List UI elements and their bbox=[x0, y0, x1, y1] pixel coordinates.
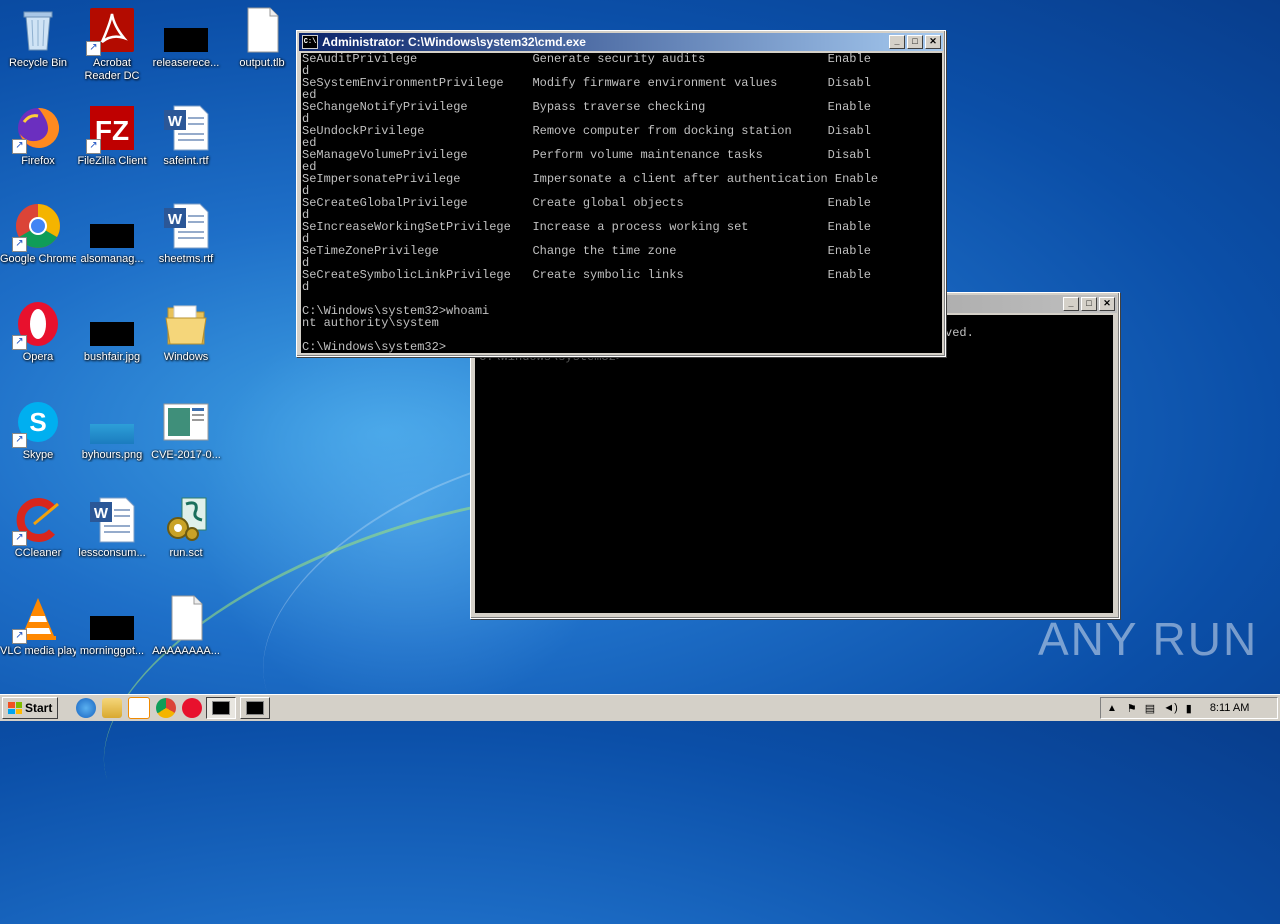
system-tray: ▲ ⚑ ▤ ◄) ▮ 8:11 AM bbox=[1100, 697, 1278, 719]
console-line: SeSystemEnvironmentPrivilege Modify firm… bbox=[302, 76, 871, 90]
console-line: SeIncreaseWorkingSetPrivilege Increase a… bbox=[302, 220, 871, 234]
close-button[interactable]: ✕ bbox=[1099, 297, 1115, 311]
console-text: ved. bbox=[945, 326, 974, 340]
cmd-window-title: Administrator: C:\Windows\system32\cmd.e… bbox=[322, 35, 586, 49]
skype-icon: S ↗ bbox=[12, 398, 62, 448]
desktop-icon-alsomanag[interactable]: alsomanag... bbox=[74, 202, 150, 266]
desktop-icon-opera[interactable]: ↗ Opera bbox=[0, 300, 76, 364]
blank-file-icon bbox=[238, 6, 286, 54]
desktop-icon-cve[interactable]: CVE-2017-0... bbox=[148, 398, 224, 462]
explorer-folder-icon[interactable] bbox=[102, 698, 123, 718]
folder-icon bbox=[162, 300, 210, 348]
svg-text:W: W bbox=[168, 113, 183, 130]
console-line: SeTimeZonePrivilege Change the time zone… bbox=[302, 244, 871, 258]
filezilla-icon: FZ ↗ bbox=[86, 104, 136, 154]
console-line: SeAuditPrivilege Generate security audit… bbox=[302, 53, 871, 66]
console-line: d bbox=[302, 280, 310, 294]
desktop-icon-firefox[interactable]: ↗ Firefox bbox=[0, 104, 76, 168]
console-line: SeManageVolumePrivilege Perform volume m… bbox=[302, 148, 871, 162]
svg-text:S: S bbox=[29, 407, 46, 437]
desktop-icon-byhours[interactable]: byhours.png bbox=[74, 398, 150, 462]
maximize-button[interactable]: □ bbox=[1081, 297, 1097, 311]
internet-explorer-icon[interactable] bbox=[76, 698, 97, 718]
opera-taskbar-icon[interactable] bbox=[182, 698, 203, 718]
taskbar-cmd[interactable] bbox=[240, 697, 271, 719]
desktop-icon-vlc[interactable]: ↗ VLC media player bbox=[0, 594, 76, 658]
vlc-icon: ↗ bbox=[12, 594, 62, 644]
taskbar: Start ▲ ⚑ ▤ ◄) ▮ 8:11 AM bbox=[0, 694, 1280, 721]
minimize-button[interactable]: _ bbox=[889, 35, 905, 49]
start-label: Start bbox=[25, 701, 53, 715]
background-console-output[interactable]: ved. C:\Windows\system32> bbox=[475, 315, 1113, 613]
desktop-icon-chrome[interactable]: ↗ Google Chrome bbox=[0, 202, 76, 266]
redacted-image-icon bbox=[88, 300, 136, 348]
desktop-icon-windows-folder[interactable]: Windows bbox=[148, 300, 224, 364]
desktop-icon-run-sct[interactable]: run.sct bbox=[148, 496, 224, 560]
desktop-icon-lessconsum[interactable]: W lessconsum... bbox=[74, 496, 150, 560]
show-hidden-icons-icon[interactable]: ▲ bbox=[1107, 703, 1117, 714]
firefox-icon: ↗ bbox=[12, 104, 62, 154]
media-player-icon[interactable] bbox=[128, 697, 151, 719]
desktop-icon-recycle-bin[interactable]: Recycle Bin bbox=[0, 6, 76, 70]
taskbar-cmd-active[interactable] bbox=[206, 697, 237, 719]
console-line: SeCreateSymbolicLinkPrivilege Create sym… bbox=[302, 268, 871, 282]
image-file-icon bbox=[88, 398, 136, 446]
cmd-icon bbox=[212, 701, 231, 715]
anyrun-watermark: ANY RUN bbox=[1038, 613, 1259, 665]
cmd-window-titlebar[interactable]: C:\ Administrator: C:\Windows\system32\c… bbox=[299, 33, 943, 51]
cmd-icon bbox=[246, 701, 265, 715]
console-line: C:\Windows\system32> bbox=[302, 340, 447, 353]
desktop-icon-filezilla[interactable]: FZ ↗ FileZilla Client bbox=[74, 104, 150, 168]
image-preview-icon bbox=[162, 398, 210, 446]
cmd-icon: C:\ bbox=[302, 35, 318, 49]
windows-logo-icon bbox=[8, 702, 22, 714]
script-gear-icon bbox=[162, 496, 210, 544]
word-doc-icon: W bbox=[162, 104, 210, 152]
console-line: SeChangeNotifyPrivilege Bypass traverse … bbox=[302, 100, 871, 114]
svg-text:W: W bbox=[94, 505, 109, 522]
chrome-icon: ↗ bbox=[12, 202, 62, 252]
chrome-taskbar-icon[interactable] bbox=[156, 698, 177, 718]
desktop-icon-output-tlb[interactable]: output.tlb bbox=[224, 6, 300, 70]
action-center-flag-icon[interactable]: ⚑ bbox=[1127, 702, 1137, 715]
opera-icon: ↗ bbox=[12, 300, 62, 350]
maximize-button[interactable]: □ bbox=[907, 35, 923, 49]
desktop-icon-aaaaaaaa[interactable]: AAAAAAAA... bbox=[148, 594, 224, 658]
minimize-button[interactable]: _ bbox=[1063, 297, 1079, 311]
clock[interactable]: 8:11 AM bbox=[1210, 702, 1250, 714]
start-button[interactable]: Start bbox=[2, 697, 59, 719]
word-doc-icon: W bbox=[88, 496, 136, 544]
recycle-bin-icon bbox=[14, 6, 62, 54]
acrobat-icon: ↗ bbox=[86, 6, 136, 56]
desktop-icon-bushfair[interactable]: bushfair.jpg bbox=[74, 300, 150, 364]
console-line: nt authority\system bbox=[302, 316, 439, 330]
blank-file-icon bbox=[162, 594, 210, 642]
console-line: SeCreateGlobalPrivilege Create global ob… bbox=[302, 196, 871, 210]
svg-text:W: W bbox=[168, 211, 183, 228]
desktop-icon-safeint[interactable]: W safeint.rtf bbox=[148, 104, 224, 168]
desktop-icon-ccleaner[interactable]: ↗ CCleaner bbox=[0, 496, 76, 560]
power-icon[interactable]: ▮ bbox=[1186, 702, 1192, 715]
ccleaner-icon: ↗ bbox=[12, 496, 62, 546]
cmd-window[interactable]: C:\ Administrator: C:\Windows\system32\c… bbox=[296, 30, 946, 357]
console-line: SeUndockPrivilege Remove computer from d… bbox=[302, 124, 871, 138]
desktop-icon-acrobat[interactable]: ↗ Acrobat Reader DC bbox=[74, 6, 150, 83]
desktop-icon-releaserece[interactable]: releaserece... bbox=[148, 6, 224, 70]
network-icon[interactable]: ▤ bbox=[1145, 702, 1155, 715]
close-button[interactable]: ✕ bbox=[925, 35, 941, 49]
word-doc-icon: W bbox=[162, 202, 210, 250]
redacted-file-icon bbox=[88, 202, 136, 250]
volume-icon[interactable]: ◄) bbox=[1163, 702, 1178, 714]
redacted-file-icon bbox=[162, 6, 210, 54]
desktop-icon-sheetms[interactable]: W sheetms.rtf bbox=[148, 202, 224, 266]
redacted-file-icon bbox=[88, 594, 136, 642]
console-line: SeImpersonatePrivilege Impersonate a cli… bbox=[302, 172, 879, 186]
desktop-icon-skype[interactable]: S ↗ Skype bbox=[0, 398, 76, 462]
desktop-icon-morninggot[interactable]: morninggot... bbox=[74, 594, 150, 658]
cmd-console-output[interactable]: SeAuditPrivilege Generate security audit… bbox=[301, 53, 942, 353]
